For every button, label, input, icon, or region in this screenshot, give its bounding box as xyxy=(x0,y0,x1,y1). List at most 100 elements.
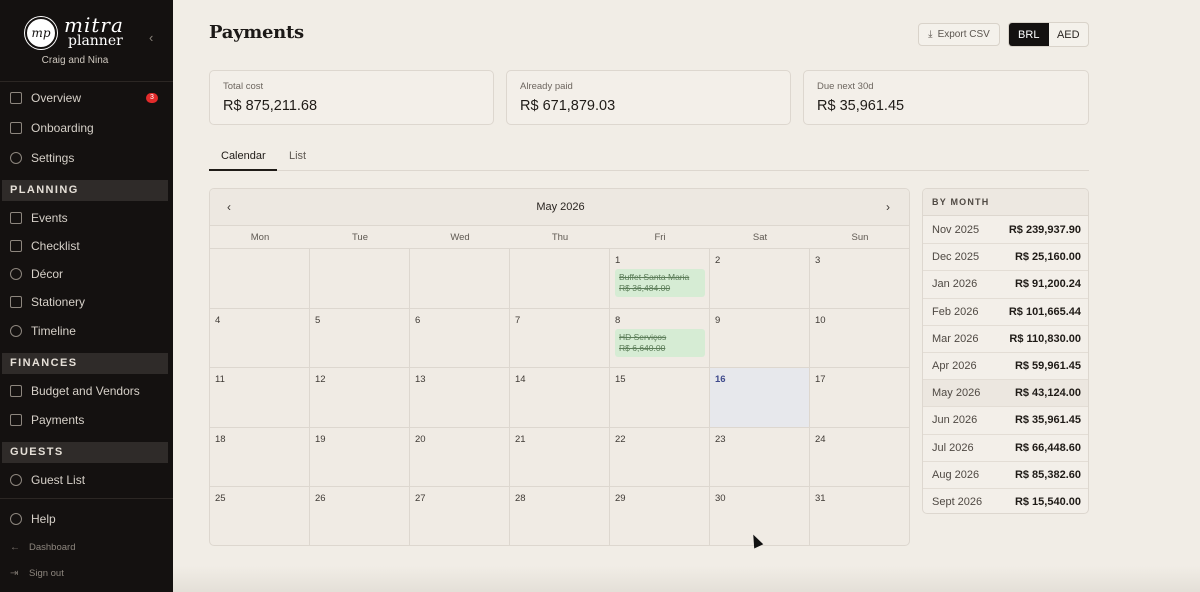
sidebar-item-guest-list[interactable]: Guest List xyxy=(0,468,173,492)
calendar-day-cell[interactable]: 3 xyxy=(810,249,909,309)
by-month-row: May 2026 R$ 43,124.00 xyxy=(923,380,1088,408)
sidebar-item-payments[interactable]: Payments xyxy=(0,408,173,432)
signout-icon: ⇥ xyxy=(10,567,19,579)
day-number: 9 xyxy=(715,314,721,326)
calendar-day-cell[interactable]: 11 xyxy=(210,368,310,428)
month-label: Jul 2026 xyxy=(932,441,974,454)
day-number: 19 xyxy=(315,433,326,445)
payment-event[interactable]: HD Serviços R$ 6,640.00 xyxy=(615,328,705,357)
gear-icon xyxy=(10,152,22,164)
calendar-day-cell[interactable]: 27 xyxy=(410,487,510,545)
calendar-day-cell[interactable]: 20 xyxy=(410,427,510,488)
collapse-sidebar-icon[interactable]: ‹ xyxy=(149,30,153,45)
stat-label: Total cost xyxy=(223,81,264,92)
tab-list[interactable]: List xyxy=(289,150,306,162)
calendar-day-cell[interactable]: 29 xyxy=(610,487,710,545)
signout-link[interactable]: ⇥ Sign out xyxy=(0,564,173,582)
sidebar-item-budget[interactable]: Budget and Vendors xyxy=(0,379,173,403)
dashboard-link[interactable]: ← Dashboard xyxy=(0,538,173,556)
notification-badge: 3 xyxy=(146,93,158,103)
calendar-day-cell[interactable]: 12 xyxy=(310,368,410,428)
calendar-day-cell[interactable]: 7 xyxy=(510,308,610,369)
by-month-row: Jun 2026 R$ 35,961.45 xyxy=(923,407,1088,435)
payment-event[interactable]: Buffet Santa Maria R$ 36,484.00 xyxy=(615,269,705,297)
calendar-day-cell[interactable]: 1 Buffet Santa Maria R$ 36,484.00 xyxy=(610,249,710,309)
day-number: 18 xyxy=(215,433,226,445)
sidebar-item-help[interactable]: Help xyxy=(0,507,173,531)
by-month-row: Apr 2026 R$ 59,961.45 xyxy=(923,353,1088,381)
weekday-label: Fri xyxy=(654,232,666,243)
calendar-day-cell[interactable]: 14 xyxy=(510,368,610,428)
sidebar-item-stationery[interactable]: Stationery xyxy=(0,290,173,314)
day-number: 26 xyxy=(315,493,326,505)
sidebar-item-decor[interactable]: Décor xyxy=(0,262,173,286)
sidebar-item-overview[interactable]: Overview 3 xyxy=(0,86,173,110)
sidebar-item-label: Stationery xyxy=(31,295,86,309)
calendar-day-cell[interactable] xyxy=(510,249,610,309)
stat-card-total-cost: Total cost R$ 875,211.68 xyxy=(209,70,494,125)
day-number: 24 xyxy=(815,433,826,445)
calendar-day-cell[interactable]: 6 xyxy=(410,308,510,369)
day-number: 7 xyxy=(515,314,521,326)
calendar-day-cell[interactable]: 8 HD Serviços R$ 6,640.00 xyxy=(610,308,710,369)
day-number: 13 xyxy=(415,374,426,386)
month-label: Feb 2026 xyxy=(932,305,979,318)
calendar-day-cell[interactable]: 28 xyxy=(510,487,610,545)
month-amount: R$ 59,961.45 xyxy=(1014,360,1081,372)
sidebar-item-onboarding[interactable]: Onboarding xyxy=(0,116,173,140)
sidebar-item-label: Overview xyxy=(31,91,82,105)
by-month-row: Mar 2026 R$ 110,830.00 xyxy=(923,326,1088,353)
calendar-day-cell[interactable] xyxy=(410,249,510,309)
by-month-row: Dec 2025 R$ 25,160.00 xyxy=(923,244,1088,272)
calendar-day-cell[interactable]: 23 xyxy=(710,427,810,488)
calendar-day-cell[interactable]: 4 xyxy=(210,308,310,369)
day-number: 6 xyxy=(415,314,421,326)
sidebar-item-settings[interactable]: Settings xyxy=(0,146,173,170)
month-label: Sept 2026 xyxy=(932,496,983,508)
weekday-label: Wed xyxy=(450,232,470,243)
calendar-day-cell[interactable]: 10 xyxy=(810,309,909,369)
calendar-day-cell[interactable]: 25 xyxy=(210,487,310,545)
clipboard-icon xyxy=(10,122,22,134)
sidebar-item-checklist[interactable]: Checklist xyxy=(0,234,173,258)
palette-icon xyxy=(10,268,22,280)
calendar-day-cell[interactable]: 17 xyxy=(810,368,909,428)
signout-label: Sign out xyxy=(29,567,64,579)
calendar-day-cell[interactable]: 19 xyxy=(310,427,410,488)
day-number: 1 xyxy=(615,255,621,266)
day-number: 15 xyxy=(615,374,626,386)
tab-calendar[interactable]: Calendar xyxy=(221,150,266,162)
calendar-day-cell[interactable]: 2 xyxy=(710,249,810,309)
month-amount: R$ 91,200.24 xyxy=(1014,278,1081,291)
month-amount: R$ 15,540.00 xyxy=(1014,496,1081,508)
calendar-day-cell[interactable]: 31 xyxy=(810,487,909,545)
month-label: Nov 2025 xyxy=(932,224,980,236)
calendar-day-cell[interactable]: 16 xyxy=(710,368,810,428)
calendar-day-cell[interactable] xyxy=(310,249,410,309)
day-number: 21 xyxy=(515,433,526,445)
calendar-day-cell[interactable]: 26 xyxy=(310,487,410,545)
chevron-right-icon[interactable]: › xyxy=(886,200,890,214)
currency-brl-button[interactable]: BRL xyxy=(1009,23,1049,46)
sidebar-item-label: Guest List xyxy=(31,473,86,487)
export-csv-button[interactable]: ⤓ Export CSV xyxy=(918,23,1000,46)
calendar-header: ‹ May 2026 › xyxy=(210,189,909,226)
sidebar-item-events[interactable]: Events xyxy=(0,206,173,230)
calendar-day-cell[interactable]: 21 xyxy=(510,427,610,488)
currency-aed-button[interactable]: AED xyxy=(1049,23,1089,46)
calendar-day-cell[interactable] xyxy=(210,249,310,309)
month-label: Jun 2026 xyxy=(932,414,978,427)
stat-value: R$ 875,211.68 xyxy=(223,98,318,114)
calendar-day-cell[interactable]: 18 xyxy=(210,427,310,488)
calendar-day-cell[interactable]: 24 xyxy=(810,428,909,488)
calendar-day-cell[interactable]: 15 xyxy=(610,368,710,428)
calendar-day-cell[interactable]: 22 xyxy=(610,427,710,488)
calendar-day-cell[interactable]: 13 xyxy=(410,368,510,428)
month-amount: R$ 66,448.60 xyxy=(1014,441,1081,454)
sidebar-item-timeline[interactable]: Timeline xyxy=(0,319,173,343)
day-number: 23 xyxy=(715,433,726,445)
calendar-day-cell[interactable]: 9 xyxy=(710,308,810,369)
help-icon xyxy=(10,513,22,525)
month-label: Jan 2026 xyxy=(932,278,978,291)
calendar-day-cell[interactable]: 5 xyxy=(310,308,410,369)
